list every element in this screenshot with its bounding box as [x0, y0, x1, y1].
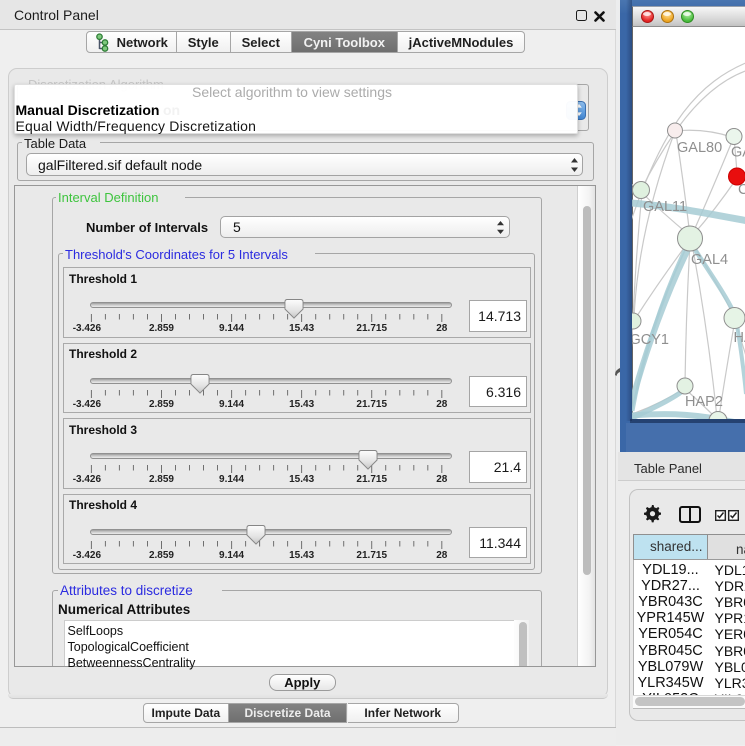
- svg-text:GA: GA: [731, 145, 745, 161]
- svg-text:HA: HA: [734, 330, 745, 346]
- svg-text:GAL80: GAL80: [677, 140, 722, 156]
- svg-text:CY: CY: [738, 182, 745, 198]
- svg-text:GCY1: GCY1: [632, 332, 669, 348]
- svg-text:GAL11: GAL11: [643, 199, 687, 215]
- svg-text:GAL4: GAL4: [691, 252, 728, 268]
- svg-text:HAP2: HAP2: [685, 394, 723, 410]
